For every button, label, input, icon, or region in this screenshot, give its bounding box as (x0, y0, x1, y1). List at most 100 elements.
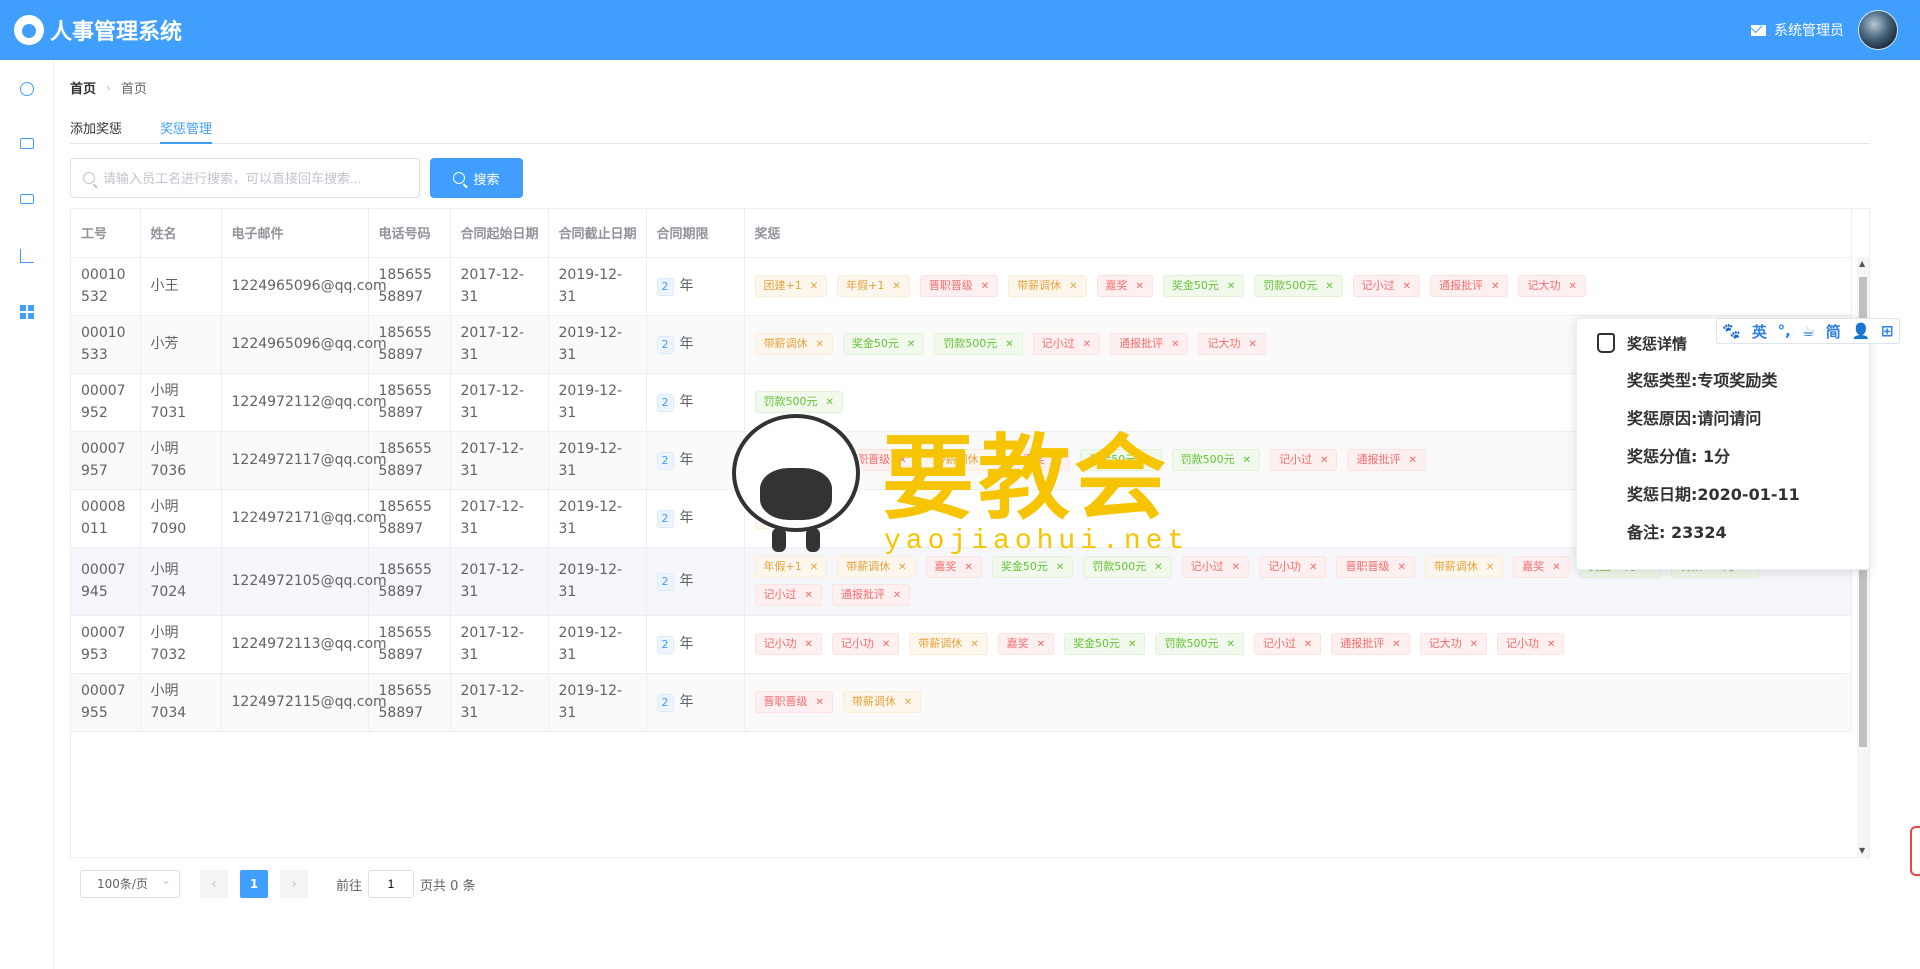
reward-tag[interactable]: 带薪调休 ✕ (842, 691, 922, 713)
reward-tag[interactable]: 记大功 ✕ (1198, 333, 1266, 355)
page-size-select[interactable]: 100条/页 (80, 867, 180, 898)
punctuation-toggle[interactable]: °, (1778, 322, 1791, 340)
reward-tag[interactable]: 团建+1 ✕ (754, 275, 828, 297)
close-icon[interactable]: ✕ (805, 639, 813, 650)
close-icon[interactable]: ✕ (1243, 455, 1251, 466)
close-icon[interactable]: ✕ (892, 281, 900, 292)
reward-tag[interactable]: 记大功 ✕ (1419, 633, 1488, 655)
close-icon[interactable]: ✕ (981, 281, 989, 292)
user-name[interactable]: 系统管理员 (1774, 20, 1844, 40)
reward-tag[interactable]: 奖金50元 ✕ (1064, 633, 1146, 655)
close-icon[interactable]: ✕ (904, 697, 912, 708)
user-icon[interactable] (20, 82, 34, 96)
scroll-up-icon[interactable]: ▲ (1859, 259, 1865, 268)
tab-add-reward[interactable]: 添加奖惩 (70, 112, 122, 144)
close-icon[interactable]: ✕ (826, 397, 834, 408)
close-icon[interactable]: ✕ (1232, 562, 1240, 573)
reward-tag[interactable]: 带薪调休 ✕ (754, 333, 833, 355)
close-icon[interactable]: ✕ (1568, 281, 1576, 292)
close-icon[interactable]: ✕ (1069, 281, 1077, 292)
close-icon[interactable]: ✕ (816, 339, 824, 350)
search-input[interactable] (103, 170, 403, 186)
reward-tag[interactable]: 记小功 ✕ (1259, 556, 1327, 578)
close-icon[interactable]: ✕ (805, 590, 813, 601)
close-icon[interactable]: ✕ (1083, 339, 1091, 350)
close-icon[interactable]: ✕ (1408, 455, 1416, 466)
close-icon[interactable]: ✕ (1491, 281, 1499, 292)
next-page-button[interactable]: › (280, 870, 308, 898)
close-icon[interactable]: ✕ (1320, 455, 1328, 466)
reward-tag[interactable]: 通报批评 ✕ (1347, 449, 1426, 471)
avatar[interactable] (1858, 10, 1898, 50)
reward-tag[interactable]: 带薪调休 ✕ (909, 633, 988, 655)
close-icon[interactable]: ✕ (1470, 639, 1478, 650)
reward-tag[interactable]: 记大功 ✕ (1518, 275, 1586, 297)
reward-tag[interactable]: 罚款500元 ✕ (934, 333, 1023, 355)
scroll-down-icon[interactable]: ▼ (1859, 846, 1865, 855)
reward-tag[interactable]: 嘉奖 ✕ (997, 633, 1055, 655)
reward-tag[interactable]: 记小功 ✕ (754, 633, 822, 655)
close-icon[interactable]: ✕ (816, 697, 824, 708)
person-icon[interactable]: 👤 (1852, 322, 1871, 340)
close-icon[interactable]: ✕ (1037, 639, 1045, 650)
reward-tag[interactable]: 记小过 ✕ (1181, 556, 1250, 578)
close-icon[interactable]: ✕ (1227, 281, 1235, 292)
reward-tag[interactable]: 记小过 ✕ (1253, 633, 1322, 655)
close-icon[interactable]: ✕ (1005, 339, 1013, 350)
reward-tag[interactable]: 通报批评 ✕ (1110, 333, 1189, 355)
close-icon[interactable]: ✕ (1547, 639, 1555, 650)
ime-toolbar[interactable]: 🐾 英 °, ☕ 简 👤 ⊞ (1716, 318, 1900, 344)
cup-icon[interactable]: ☕ (1802, 322, 1815, 340)
paw-icon[interactable]: 🐾 (1722, 322, 1741, 340)
reward-tag[interactable]: 晋职晋级 ✕ (1336, 556, 1415, 578)
search-box[interactable] (70, 158, 420, 198)
close-icon[interactable]: ✕ (970, 639, 978, 650)
close-icon[interactable]: ✕ (810, 281, 818, 292)
table-row[interactable]: 00007955 小明7034 1224972115@qq.com 185655588… (71, 673, 1852, 732)
id-card-icon[interactable] (20, 138, 34, 149)
reward-tag[interactable]: 通报批评 ✕ (1430, 275, 1509, 297)
reward-tag[interactable]: 通报批评 ✕ (831, 584, 911, 606)
close-icon[interactable]: ✕ (1304, 639, 1312, 650)
close-icon[interactable]: ✕ (893, 590, 901, 601)
mail-icon[interactable] (1751, 24, 1766, 36)
close-icon[interactable]: ✕ (907, 339, 915, 350)
money-icon[interactable] (20, 194, 34, 204)
reward-tag[interactable]: 罚款500元 ✕ (1254, 275, 1343, 297)
reward-tag[interactable]: 通报批评 ✕ (1331, 633, 1410, 655)
close-icon[interactable]: ✕ (882, 639, 890, 650)
reward-tag[interactable]: 晋职晋级 ✕ (754, 691, 833, 713)
close-icon[interactable]: ✕ (1552, 562, 1560, 573)
close-icon[interactable]: ✕ (1136, 281, 1144, 292)
ime-english-toggle[interactable]: 英 (1752, 321, 1767, 342)
reward-tag[interactable]: 带薪调休 ✕ (1008, 275, 1087, 297)
page-number-button[interactable]: 1 (240, 870, 268, 898)
ime-simplified-toggle[interactable]: 简 (1826, 321, 1841, 342)
edge-handle[interactable] (1910, 826, 1920, 876)
reward-tag[interactable]: 年假+1 ✕ (837, 275, 910, 297)
reward-tag[interactable]: 记小过 ✕ (1270, 449, 1338, 471)
tab-reward-management[interactable]: 奖惩管理 (160, 112, 213, 144)
table-row[interactable]: 00007953 小明7032 1224972113@qq.com 185655588… (71, 615, 1852, 674)
close-icon[interactable]: ✕ (1171, 339, 1179, 350)
windows-icon[interactable] (20, 305, 34, 319)
reward-tag[interactable]: 记小功 ✕ (1497, 633, 1565, 655)
close-icon[interactable]: ✕ (1309, 562, 1317, 573)
reward-tag[interactable]: 罚款500元 ✕ (1155, 633, 1244, 655)
reward-tag[interactable]: 记小过 ✕ (1032, 333, 1101, 355)
close-icon[interactable]: ✕ (1403, 281, 1411, 292)
reward-tag[interactable]: 奖金50元 ✕ (1162, 275, 1245, 297)
reward-tag[interactable]: 嘉奖 ✕ (1513, 556, 1570, 578)
close-icon[interactable]: ✕ (1226, 639, 1234, 650)
breadcrumb-home[interactable]: 首页 (70, 78, 96, 97)
table-row[interactable]: 00010532 小王 1224965096@qq.com 18565558897 20… (71, 257, 1852, 316)
goto-page-input[interactable] (368, 870, 415, 898)
close-icon[interactable]: ✕ (1392, 639, 1400, 650)
close-icon[interactable]: ✕ (1128, 639, 1136, 650)
close-icon[interactable]: ✕ (1248, 339, 1256, 350)
search-button[interactable]: 搜索 (430, 158, 523, 198)
reward-tag[interactable]: 嘉奖 ✕ (1096, 275, 1153, 297)
reward-tag[interactable]: 记小过 ✕ (754, 584, 822, 606)
app-logo[interactable]: 人事管理系统 (14, 14, 182, 46)
user-menu[interactable]: 系统管理员 (1751, 10, 1898, 50)
